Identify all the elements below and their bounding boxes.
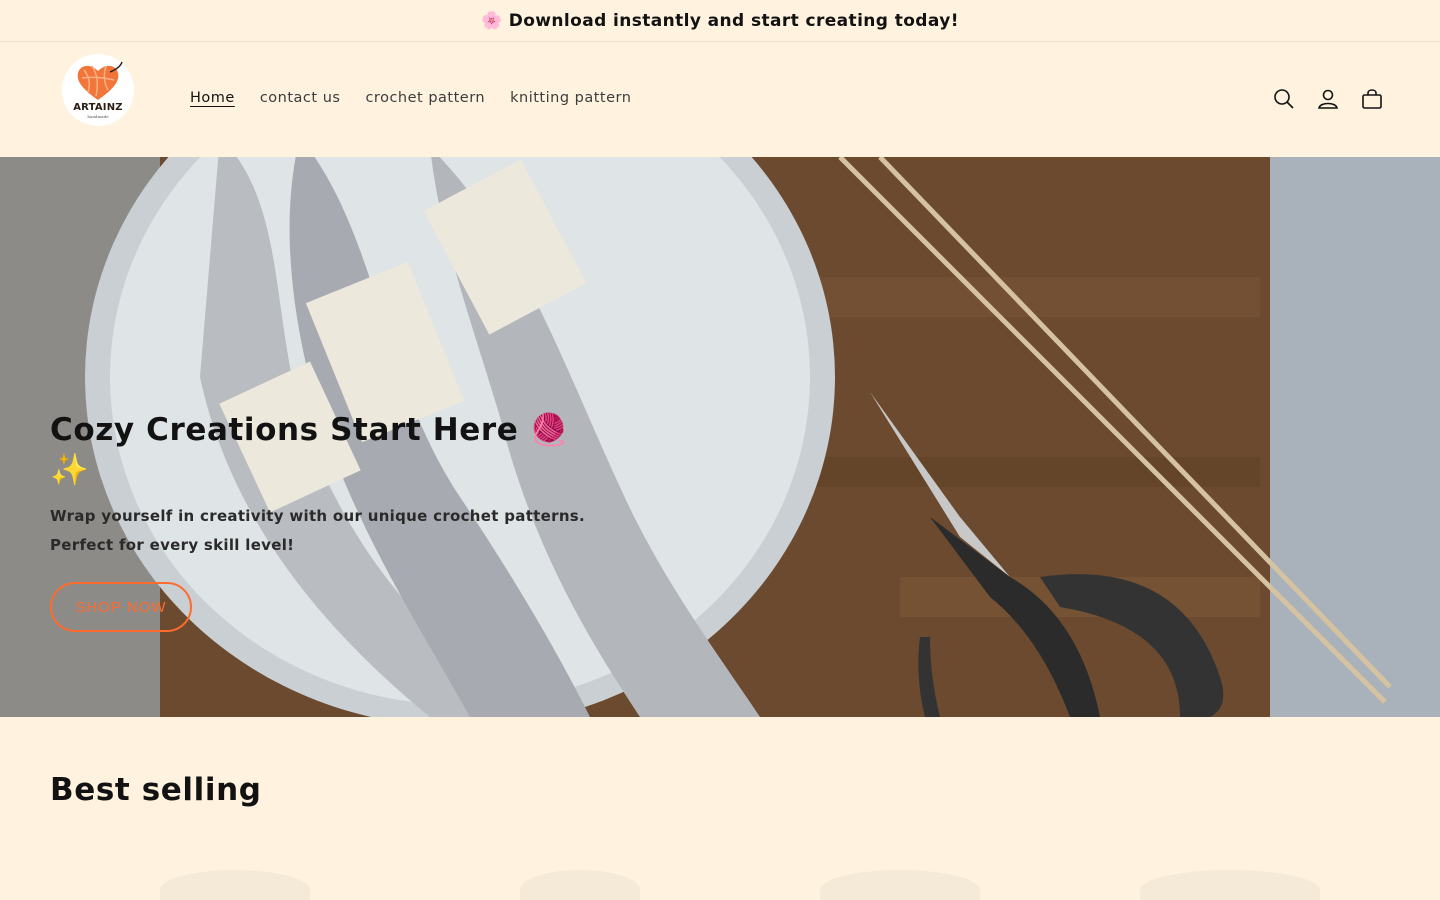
announcement-bar: 🌸 Download instantly and start creating … bbox=[0, 0, 1440, 42]
shop-now-button[interactable]: SHOP NOW bbox=[50, 582, 192, 632]
nav-contact-us[interactable]: contact us bbox=[260, 90, 341, 106]
cherry-blossom-icon: 🌸 bbox=[481, 10, 503, 31]
hero-title: Cozy Creations Start Here 🧶 ✨ bbox=[50, 412, 569, 488]
hero-banner: Cozy Creations Start Here 🧶 ✨ Wrap yours… bbox=[0, 157, 1440, 717]
product-card[interactable] bbox=[820, 870, 980, 900]
logo-name: ARTAINZ bbox=[73, 102, 123, 113]
hero-content: Cozy Creations Start Here 🧶 ✨ Wrap yours… bbox=[50, 410, 610, 632]
product-card[interactable] bbox=[520, 870, 640, 900]
announcement-text: Download instantly and start creating to… bbox=[508, 10, 959, 31]
main-nav: Home contact us crochet pattern knitting… bbox=[190, 90, 656, 106]
search-icon[interactable] bbox=[1272, 87, 1296, 111]
nav-knitting-pattern[interactable]: knitting pattern bbox=[510, 90, 631, 106]
header-icons bbox=[1272, 87, 1384, 111]
product-card[interactable] bbox=[1140, 870, 1320, 900]
logo-tagline: handmade bbox=[87, 114, 109, 119]
site-header: ARTAINZ handmade Home contact us crochet… bbox=[0, 42, 1440, 157]
nav-home[interactable]: Home bbox=[190, 90, 235, 106]
account-icon[interactable] bbox=[1316, 87, 1340, 111]
hero-subtitle: Wrap yourself in creativity with our uni… bbox=[50, 507, 586, 554]
product-card[interactable] bbox=[160, 870, 310, 900]
nav-crochet-pattern[interactable]: crochet pattern bbox=[365, 90, 485, 106]
logo[interactable]: ARTAINZ handmade bbox=[62, 54, 134, 126]
cart-icon[interactable] bbox=[1360, 87, 1384, 111]
best-selling-heading: Best selling bbox=[50, 772, 262, 808]
